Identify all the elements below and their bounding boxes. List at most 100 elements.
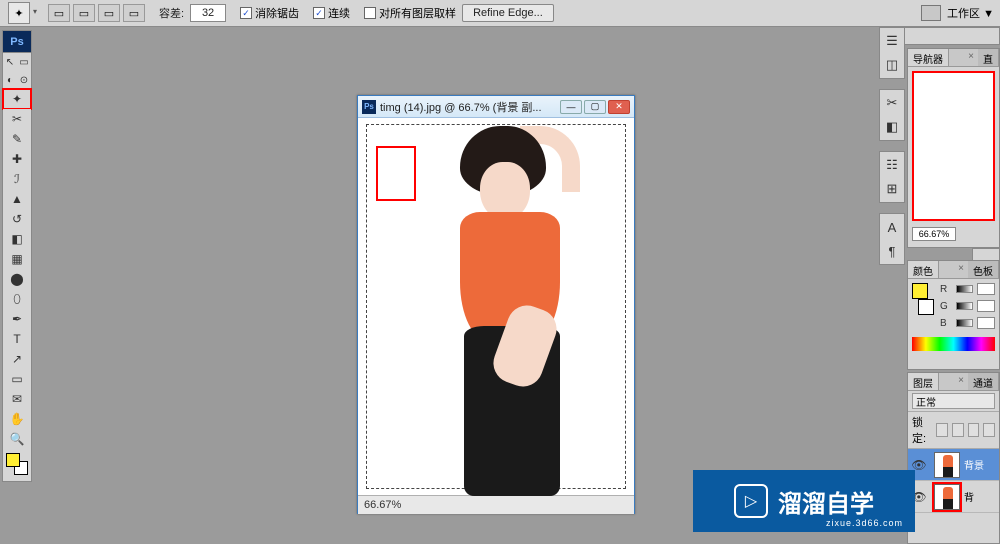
- marquee-tool[interactable]: ▭: [17, 53, 31, 71]
- move-tool[interactable]: ↖: [3, 53, 17, 71]
- shape-tool[interactable]: ▭: [3, 369, 31, 389]
- gradient-tool[interactable]: ▦: [3, 249, 31, 269]
- lock-all-icon[interactable]: [983, 423, 995, 437]
- character-icon[interactable]: A: [883, 218, 901, 236]
- eraser-tool[interactable]: ◧: [3, 229, 31, 249]
- selection-intersect-button[interactable]: ▭: [123, 4, 145, 22]
- paragraph-icon[interactable]: ¶: [883, 242, 901, 260]
- screen-mode-icon[interactable]: [921, 5, 941, 21]
- watermark: ▷ 溜溜自学 zixue.3d66.com: [693, 470, 915, 532]
- layer-name[interactable]: 背景: [964, 457, 984, 472]
- lock-pixels-icon[interactable]: [952, 423, 964, 437]
- pen-tool[interactable]: ✒: [3, 309, 31, 329]
- contiguous-option[interactable]: ✓ 连续: [313, 5, 350, 21]
- zoom-tool[interactable]: 🔍: [3, 429, 31, 449]
- tab-swatches[interactable]: 色板: [968, 261, 999, 278]
- zoom-level[interactable]: 66.67%: [364, 499, 401, 511]
- tab-color[interactable]: 颜色: [908, 261, 939, 278]
- panel-close-icon[interactable]: ×: [964, 49, 978, 66]
- panel-close-icon[interactable]: ×: [954, 373, 968, 390]
- layers-icon[interactable]: ☰: [883, 32, 901, 50]
- antialias-label: 消除锯齿: [255, 5, 299, 21]
- brushes-icon[interactable]: ☷: [883, 156, 901, 174]
- ps-logo: Ps: [3, 31, 31, 53]
- navigator-zoom-value[interactable]: 66.67%: [912, 227, 956, 241]
- workspace-label[interactable]: 工作区 ▼: [947, 5, 994, 21]
- blur-tool[interactable]: ⬤: [3, 269, 31, 289]
- b-slider[interactable]: [956, 319, 973, 327]
- tool-preset-picker[interactable]: ✦: [8, 2, 30, 24]
- tab-layers[interactable]: 图层: [908, 373, 939, 390]
- stamp-tool[interactable]: ▲: [3, 189, 31, 209]
- foreground-swatch[interactable]: [912, 283, 928, 299]
- r-slider[interactable]: [956, 285, 973, 293]
- color-swatches[interactable]: [6, 453, 28, 475]
- clone-icon[interactable]: ⊞: [883, 180, 901, 198]
- healing-tool[interactable]: ✚: [3, 149, 31, 169]
- g-value[interactable]: [977, 300, 995, 312]
- sample-all-layers-option[interactable]: 对所有图层取样: [364, 5, 456, 21]
- layer-row[interactable]: 👁 背: [908, 481, 999, 513]
- b-value[interactable]: [977, 317, 995, 329]
- magic-wand-tool[interactable]: ✦: [3, 89, 31, 109]
- canvas[interactable]: [358, 118, 634, 495]
- background-swatch[interactable]: [918, 299, 934, 315]
- quick-select-tool[interactable]: ⊙: [17, 71, 31, 89]
- selection-new-button[interactable]: ▭: [48, 4, 70, 22]
- wand-icon: ✦: [14, 7, 23, 20]
- color-spectrum[interactable]: [912, 337, 995, 351]
- layer-name[interactable]: 背: [964, 489, 974, 504]
- navigator-preview[interactable]: [912, 71, 995, 221]
- antialias-option[interactable]: ✓ 消除锯齿: [240, 5, 299, 21]
- watermark-url: zixue.3d66.com: [826, 518, 903, 528]
- play-icon: ▷: [734, 484, 768, 518]
- lasso-tool[interactable]: ◐: [3, 71, 17, 89]
- dodge-tool[interactable]: ⬯: [3, 289, 31, 309]
- tolerance-input[interactable]: 32: [190, 4, 226, 22]
- document-title: timg (14).jpg @ 66.7% (背景 副...: [380, 99, 556, 115]
- toolbox: Ps ↖▭ ◐⊙ ✦ ✂ ✎ ✚ ℐ ▲ ↺ ◧ ▦ ⬤ ⬯ ✒ T ↗ ▭ ✉…: [2, 30, 32, 482]
- panel-close-icon[interactable]: ×: [954, 261, 968, 278]
- adjustments-icon[interactable]: ✂: [883, 94, 901, 112]
- layers-panel: 图层 × 通道 正常 锁定: 👁 背景 👁 背: [907, 372, 1000, 544]
- color-panel: 颜色 × 色板 R G B: [907, 260, 1000, 370]
- color-swatch-pair[interactable]: [912, 283, 934, 315]
- close-button[interactable]: ✕: [608, 100, 630, 114]
- lock-position-icon[interactable]: [968, 423, 980, 437]
- hand-tool[interactable]: ✋: [3, 409, 31, 429]
- notes-tool[interactable]: ✉: [3, 389, 31, 409]
- ps-file-icon: Ps: [362, 100, 376, 114]
- r-value[interactable]: [977, 283, 995, 295]
- tab-navigator[interactable]: 导航器: [908, 49, 949, 66]
- layer-thumbnail[interactable]: [934, 484, 960, 510]
- history-brush-tool[interactable]: ↺: [3, 209, 31, 229]
- document-titlebar[interactable]: Ps timg (14).jpg @ 66.7% (背景 副... — ▢ ✕: [358, 96, 634, 118]
- maximize-button[interactable]: ▢: [584, 100, 606, 114]
- tolerance-label: 容差:: [159, 5, 184, 21]
- panel-dock: ☰ ◫ ✂ ◧ ☷ ⊞ A ¶: [879, 27, 905, 265]
- lock-transparency-icon[interactable]: [936, 423, 948, 437]
- minimize-button[interactable]: —: [560, 100, 582, 114]
- selection-subtract-button[interactable]: ▭: [98, 4, 120, 22]
- type-tool[interactable]: T: [3, 329, 31, 349]
- navigator-panel: 导航器 × 直 66.67%: [907, 48, 1000, 248]
- tab-channels[interactable]: 通道: [968, 373, 999, 390]
- crop-tool[interactable]: ✂: [3, 109, 31, 129]
- g-slider[interactable]: [956, 302, 973, 310]
- selection-add-button[interactable]: ▭: [73, 4, 95, 22]
- watermark-brand: 溜溜自学: [778, 484, 874, 519]
- eyedropper-tool[interactable]: ✎: [3, 129, 31, 149]
- layer-thumbnail[interactable]: [934, 452, 960, 478]
- blend-mode-select[interactable]: 正常: [912, 393, 995, 409]
- sample-all-layers-label: 对所有图层取样: [379, 5, 456, 21]
- checkbox-checked-icon: ✓: [313, 7, 325, 19]
- tab-histogram[interactable]: 直: [978, 49, 999, 66]
- refine-edge-button[interactable]: Refine Edge...: [462, 4, 554, 22]
- layer-row[interactable]: 👁 背景: [908, 449, 999, 481]
- brush-tool[interactable]: ℐ: [3, 169, 31, 189]
- masks-icon[interactable]: ◧: [883, 118, 901, 136]
- selection-mode-cluster: ▭ ▭ ▭ ▭: [48, 4, 145, 22]
- channels-icon[interactable]: ◫: [883, 56, 901, 74]
- path-select-tool[interactable]: ↗: [3, 349, 31, 369]
- foreground-color[interactable]: [6, 453, 20, 467]
